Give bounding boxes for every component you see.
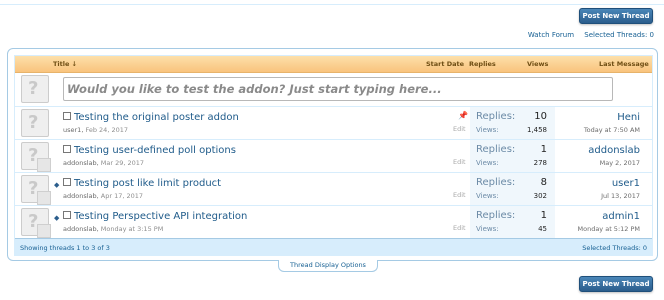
- thread-row: ? Testing user-defined poll options addo…: [15, 139, 652, 172]
- thread-author-link[interactable]: addonslab: [63, 192, 97, 200]
- replies-count: 10: [534, 111, 547, 122]
- quick-thread-placeholder: Would you like to test the addon? Just s…: [67, 82, 442, 96]
- thread-start-date: Apr 17, 2017: [100, 192, 144, 200]
- last-message-date-link[interactable]: Monday at 5:12 PM: [577, 225, 640, 233]
- last-poster-mini-avatar: [37, 191, 51, 205]
- top-border: [0, 0, 664, 5]
- unread-dot-icon[interactable]: ◆: [54, 214, 59, 222]
- views-label: Views:: [476, 126, 499, 134]
- thread-title-link[interactable]: Testing post like limit product: [74, 178, 221, 189]
- pin-icon: 📌: [458, 111, 468, 120]
- thread-title-link[interactable]: Testing the original poster addon: [74, 112, 239, 123]
- edit-link[interactable]: Edit: [453, 224, 466, 232]
- sort-last-message-link[interactable]: Last Message: [599, 60, 649, 68]
- thread-stats: Replies: 1 Views: 45: [470, 206, 555, 238]
- thread-title-link[interactable]: Testing user-defined poll options: [74, 145, 236, 156]
- views-count: 1,458: [526, 126, 547, 134]
- thread-title-link[interactable]: Testing Perspective API integration: [74, 211, 247, 222]
- unread-dot-icon[interactable]: ◆: [54, 181, 59, 189]
- thread-select-checkbox[interactable]: [63, 178, 71, 186]
- last-message-user-link[interactable]: Heni: [617, 112, 640, 123]
- replies-label: Replies:: [476, 144, 516, 155]
- thread-stats: Replies: 10 Views: 1,458: [470, 107, 555, 139]
- edit-link[interactable]: Edit: [453, 191, 466, 199]
- thread-author-link[interactable]: addonslab: [63, 225, 97, 233]
- sort-replies-link[interactable]: Replies: [469, 60, 496, 68]
- views-label: Views:: [476, 192, 499, 200]
- thread-start-date: Monday at 3:15 PM: [100, 225, 164, 233]
- views-count: 302: [533, 192, 547, 200]
- last-message-date-link[interactable]: May 2, 2017: [600, 159, 640, 167]
- sort-title-link[interactable]: Title ↓: [53, 60, 77, 68]
- quick-thread-input[interactable]: Would you like to test the addon? Just s…: [63, 77, 613, 101]
- thread-select-checkbox[interactable]: [63, 211, 71, 219]
- replies-count: 1: [540, 210, 547, 221]
- last-message-user-link[interactable]: user1: [612, 178, 640, 189]
- thread-row: ? ◆ Testing Perspective API integration …: [15, 205, 652, 238]
- post-new-thread-button[interactable]: Post New Thread: [579, 8, 653, 24]
- views-label: Views:: [476, 159, 499, 167]
- replies-label: Replies:: [476, 111, 516, 122]
- thread-row: ? ◆ Testing post like limit product addo…: [15, 172, 652, 205]
- thread-list: Title ↓ Start Date Replies Views Last Me…: [14, 55, 653, 256]
- avatar: ?: [21, 75, 49, 103]
- sort-views-link[interactable]: Views: [527, 60, 548, 68]
- thread-stats: Replies: 8 Views: 302: [470, 173, 555, 205]
- thread-select-checkbox[interactable]: [63, 145, 71, 153]
- thread-start-date: Mar 29, 2017: [100, 159, 145, 167]
- edit-link[interactable]: Edit: [453, 158, 466, 166]
- last-poster-mini-avatar: [37, 158, 51, 172]
- avatar[interactable]: ?: [21, 175, 51, 205]
- selected-threads-footer-link[interactable]: Selected Threads: 0: [582, 244, 647, 252]
- thread-toolbar: Watch Forum Selected Threads: 0: [520, 31, 654, 39]
- last-message-user-link[interactable]: admin1: [602, 211, 640, 222]
- avatar[interactable]: ?: [21, 109, 49, 137]
- replies-count: 8: [540, 177, 547, 188]
- last-message-date-link[interactable]: Today at 7:50 AM: [584, 126, 640, 134]
- selected-threads-link[interactable]: Selected Threads: 0: [584, 31, 654, 39]
- thread-select-checkbox[interactable]: [63, 112, 71, 120]
- replies-label: Replies:: [476, 177, 516, 188]
- question-mark-avatar-icon: ?: [28, 78, 39, 99]
- showing-threads-text: Showing threads 1 to 3 of 3: [20, 244, 110, 252]
- thread-author-link[interactable]: user1: [63, 126, 81, 134]
- thread-list-footer: Showing threads 1 to 3 of 3 Selected Thr…: [15, 238, 652, 256]
- watch-forum-link[interactable]: Watch Forum: [528, 31, 574, 39]
- replies-count: 1: [540, 144, 547, 155]
- thread-start-date: Feb 24, 2017: [85, 126, 128, 134]
- last-poster-mini-avatar: [37, 224, 51, 238]
- avatar[interactable]: ?: [21, 142, 51, 172]
- views-count: 45: [538, 225, 547, 233]
- edit-link[interactable]: Edit: [453, 125, 466, 133]
- last-message-date-link[interactable]: Jul 13, 2017: [601, 192, 640, 200]
- sort-start-date-link[interactable]: Start Date: [426, 60, 464, 68]
- thread-list-container: Title ↓ Start Date Replies Views Last Me…: [7, 48, 658, 261]
- thread-author-link[interactable]: addonslab: [63, 159, 97, 167]
- thread-stats: Replies: 1 Views: 278: [470, 140, 555, 172]
- post-new-thread-button-bottom[interactable]: Post New Thread: [579, 276, 653, 292]
- last-message-user-link[interactable]: addonslab: [588, 145, 640, 156]
- thread-list-header: Title ↓ Start Date Replies Views Last Me…: [15, 56, 652, 73]
- question-mark-avatar-icon: ?: [28, 112, 39, 133]
- thread-display-options-toggle[interactable]: Thread Display Options: [278, 260, 378, 272]
- views-count: 278: [533, 159, 547, 167]
- avatar[interactable]: ?: [21, 208, 51, 238]
- thread-row: ? Testing the original poster addon user…: [15, 106, 652, 139]
- replies-label: Replies:: [476, 210, 516, 221]
- views-label: Views:: [476, 225, 499, 233]
